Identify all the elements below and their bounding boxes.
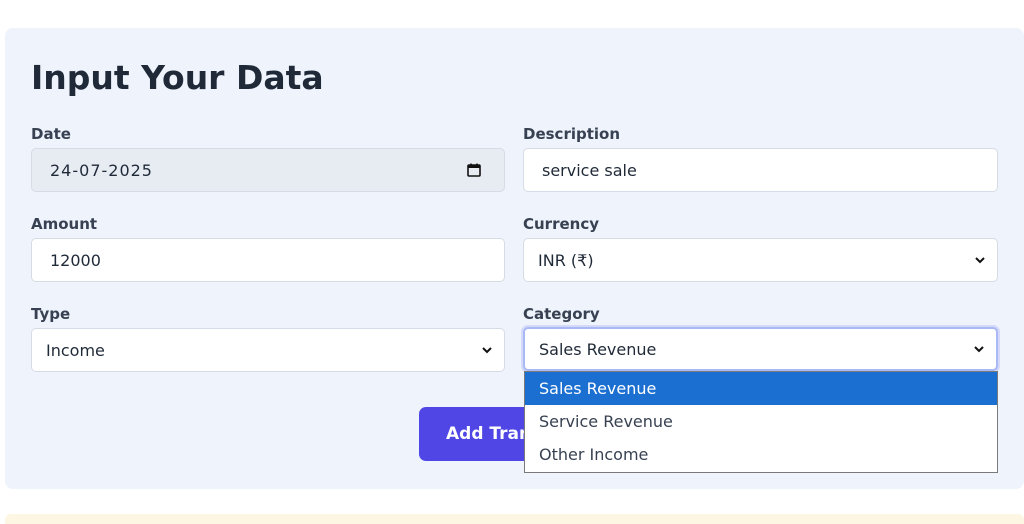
next-section-edge (5, 514, 1024, 524)
calendar-icon[interactable] (466, 162, 482, 178)
category-option-other-income[interactable]: Other Income (525, 438, 997, 471)
type-label: Type (31, 305, 71, 323)
category-label: Category (523, 305, 600, 323)
chevron-down-icon (975, 257, 985, 264)
type-select[interactable]: Income (31, 328, 505, 372)
date-input[interactable]: 24-07-2025 (31, 148, 505, 192)
amount-input[interactable]: 12000 (31, 238, 505, 282)
amount-value: 12000 (50, 250, 101, 270)
category-option-sales-revenue[interactable]: Sales Revenue (525, 372, 997, 405)
currency-select[interactable]: INR (₹) (523, 238, 998, 282)
currency-value: INR (₹) (538, 250, 594, 270)
currency-label: Currency (523, 215, 600, 233)
chevron-down-icon (974, 346, 984, 353)
category-option-service-revenue[interactable]: Service Revenue (525, 405, 997, 438)
date-value: 24-07-2025 (50, 160, 153, 180)
description-input[interactable]: service sale (523, 148, 998, 192)
chevron-down-icon (482, 347, 492, 354)
description-label: Description (523, 125, 621, 143)
form-title: Input Your Data (31, 58, 324, 97)
amount-label: Amount (31, 215, 98, 233)
type-value: Income (46, 340, 105, 360)
category-dropdown-list: Sales Revenue Service Revenue Other Inco… (524, 371, 998, 473)
category-select[interactable]: Sales Revenue (523, 327, 998, 371)
category-value: Sales Revenue (539, 339, 657, 359)
description-value: service sale (542, 160, 637, 180)
date-label: Date (31, 125, 71, 143)
